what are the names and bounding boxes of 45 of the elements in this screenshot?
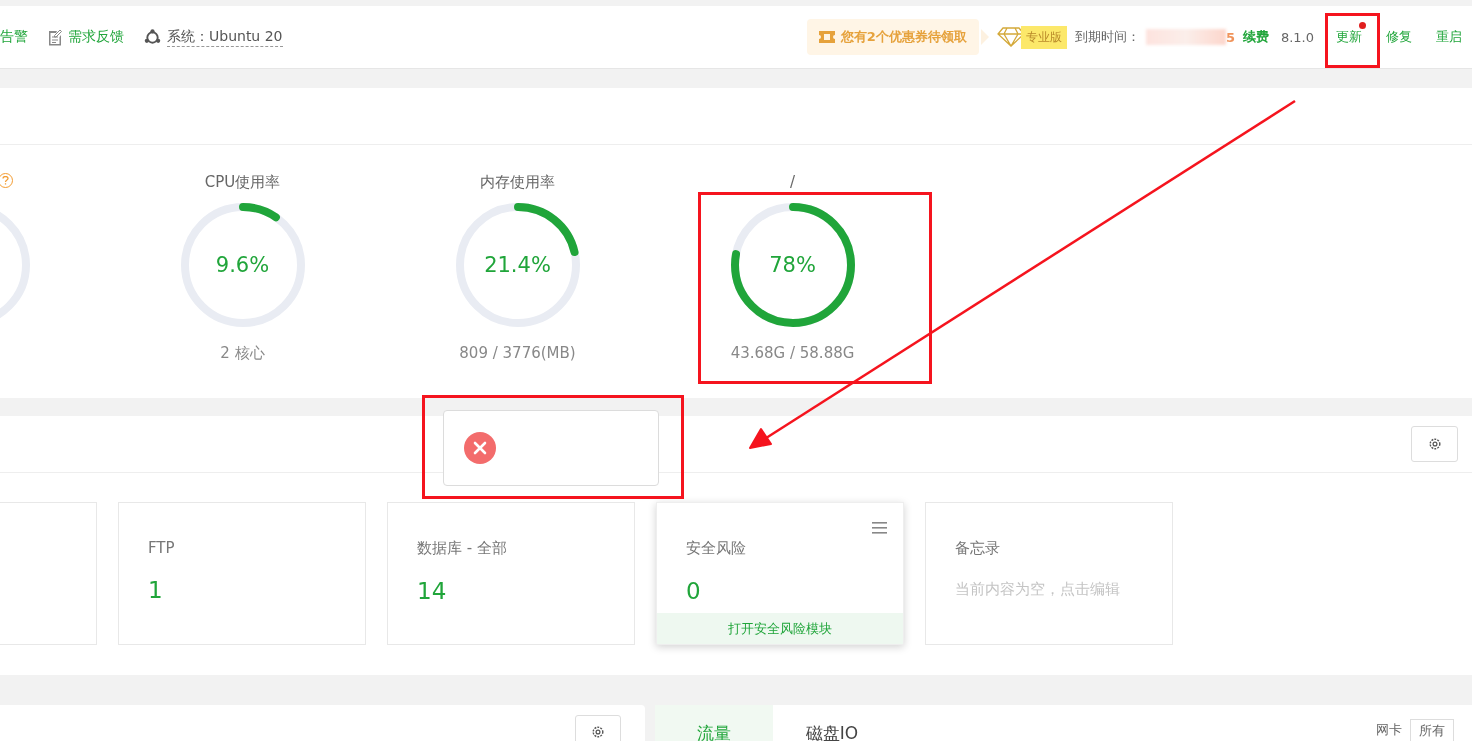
version-label: 8.1.0 [1280,29,1314,45]
gauge-title: / [789,173,796,193]
card-title: 备忘录 [955,539,1001,558]
gauge-title: 内存使用率 [480,173,555,193]
filter-select[interactable]: 所有 [1410,719,1454,741]
document-icon [48,28,62,46]
gauge-title: CPU使用率 [204,173,281,193]
ubuntu-icon [144,28,161,46]
edition-badge: 专业版 [1020,25,1067,49]
settings-button[interactable] [1411,426,1458,462]
card-value[interactable]: 14 [417,578,634,604]
settings-icon [1427,437,1442,451]
card-title: 安全风险 [686,539,747,558]
action-link[interactable]: 修复 [1380,26,1418,48]
gauge-value: 9.6% [214,253,271,277]
gauge-value: 21.4% [483,253,552,277]
filter-label: 网卡 [1375,721,1403,739]
gauge-detail: 43.68G / 58.88G [730,344,855,362]
annotation-box [1325,13,1380,68]
expiry-label: 到期时间： [1074,28,1140,46]
coupon-icon [818,30,835,44]
enable-risk-link[interactable]: 打开安全风险模块 [657,613,903,644]
card-value[interactable]: 0 [686,578,903,604]
gauge-detail: 2 核心 [220,344,265,363]
alert-link[interactable]: 告警 [0,28,28,46]
system-info[interactable]: 系统：Ubuntu 20 [167,27,283,47]
action-link[interactable]: 更新 [1330,26,1368,48]
card-title: FTP [148,539,176,557]
chart-tab[interactable]: 磁盘IO [773,705,891,741]
gauge-detail: 809 / 3776(MB) [459,344,576,362]
pointer-arrow-icon [980,29,989,45]
chart-tab[interactable]: 流量 [655,705,773,741]
gauge-value: 78% [768,253,817,277]
menu-icon[interactable] [872,522,887,534]
renew-link[interactable]: 续费 [1242,28,1269,46]
action-link[interactable]: 重启 [1430,26,1468,48]
coupon-banner[interactable]: 您有2个优惠券待领取 [806,19,979,55]
feedback-link[interactable]: 需求反馈 [68,28,124,46]
card-value[interactable]: 1 [148,577,365,603]
error-icon [464,432,496,464]
card-title: 数据库 - 全部 [417,539,508,558]
settings-button[interactable] [575,715,621,741]
expiry-date: 5 [1225,29,1235,45]
memo-placeholder[interactable]: 当前内容为空，点击编辑 [955,580,1172,599]
settings-icon [591,725,605,739]
